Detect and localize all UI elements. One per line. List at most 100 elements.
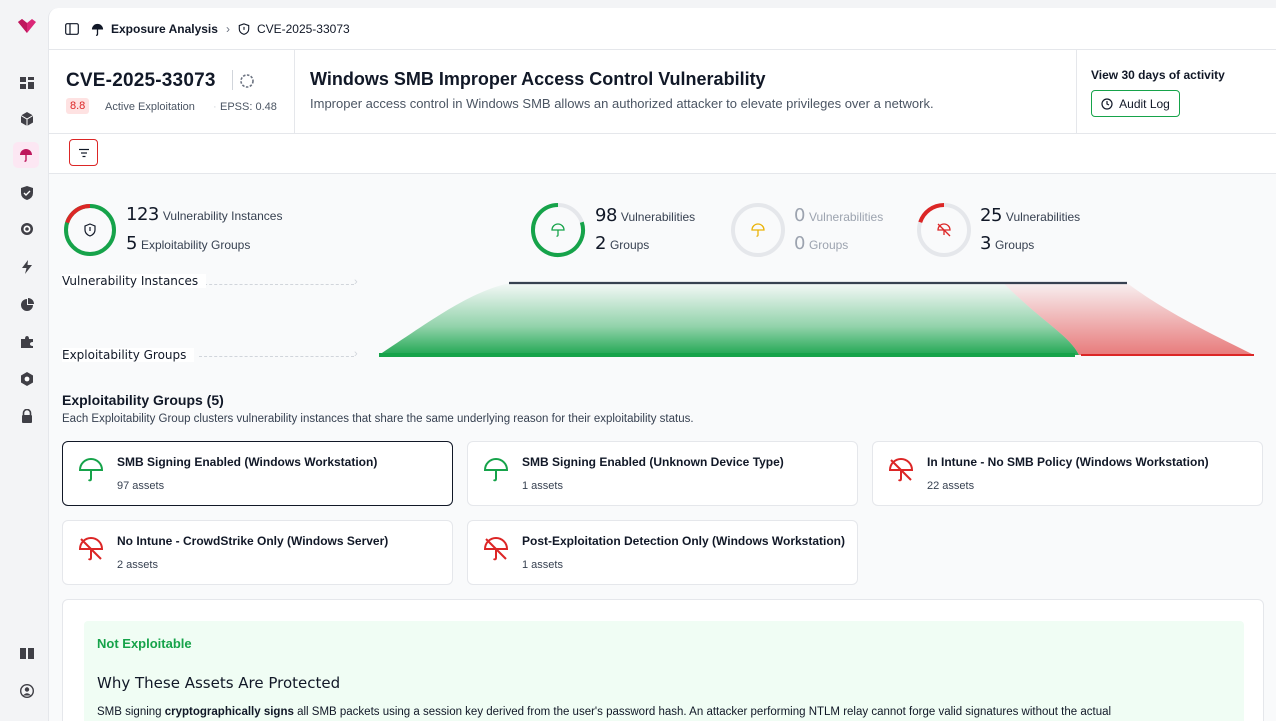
shield-icon (84, 223, 96, 237)
group-card-assets: 1 assets (522, 559, 563, 571)
breadcrumb-current: CVE-2025-33073 (256, 22, 350, 36)
bucket-exposed-vulns: 25 Vulnerabilities (980, 205, 1080, 226)
bucket-arc (918, 203, 945, 224)
umbrella-off-icon (78, 537, 104, 561)
settings-icon[interactable] (16, 368, 38, 390)
book-icon[interactable] (16, 642, 38, 664)
detail-text-emphasis: cryptographically signs (164, 706, 294, 718)
umbrella-off-icon (937, 223, 951, 237)
bucket-vulns-label: Vulnerabilities (808, 210, 884, 224)
detail-text-part: SMB signing (97, 706, 165, 718)
bucket-groups-label: Groups (609, 238, 650, 252)
breadcrumb-exposure-analysis[interactable]: Exposure Analysis (111, 22, 218, 36)
umbrella-icon (78, 458, 104, 482)
dashboard-icon[interactable] (16, 72, 38, 94)
connector-line (199, 356, 354, 357)
flow-label-instances: Vulnerability Instances (62, 274, 207, 288)
group-card-title: In Intune - No SMB Policy (Windows Works… (927, 455, 1209, 469)
umbrella-icon (91, 23, 104, 36)
group-card[interactable]: No Intune - CrowdStrike Only (Windows Se… (62, 520, 453, 585)
detail-text: SMB signing cryptographically signs all … (97, 706, 1237, 718)
lightning-icon[interactable] (16, 256, 38, 278)
umbrella-icon (551, 223, 565, 237)
detail-callout: Not Exploitable Why These Assets Are Pro… (84, 621, 1244, 721)
summary-ring (64, 204, 116, 256)
detail-heading: Why These Assets Are Protected (97, 674, 341, 692)
pie-chart-icon[interactable] (16, 294, 38, 316)
group-card[interactable]: SMB Signing Enabled (Unknown Device Type… (467, 441, 858, 506)
chevron-right-icon: › (354, 348, 358, 360)
sidebar-toggle-icon[interactable] (65, 23, 79, 35)
umbrella-off-icon (888, 458, 914, 482)
instances-count: 123 (126, 204, 159, 225)
shield-check-icon[interactable] (16, 182, 38, 204)
audit-log-label: Audit Log (1119, 96, 1170, 111)
instances-label: Vulnerability Instances (162, 209, 283, 223)
group-detail-panel: Not Exploitable Why These Assets Are Pro… (62, 599, 1264, 721)
group-card-assets: 2 assets (117, 559, 158, 571)
clock-icon (1101, 97, 1113, 110)
group-card-assets: 97 assets (117, 480, 165, 492)
bucket-ring-protected (531, 203, 585, 257)
groups-label: Exploitability Groups (140, 238, 251, 252)
bucket-vulns-label: Vulnerabilities (620, 210, 696, 224)
group-card-assets: 1 assets (522, 480, 563, 492)
exploitation-status: Active Exploitation (105, 101, 195, 113)
group-card-assets: 22 assets (927, 480, 975, 492)
group-card[interactable]: Post-Exploitation Detection Only (Window… (467, 520, 858, 585)
group-card-title: SMB Signing Enabled (Unknown Device Type… (522, 455, 784, 469)
cve-id: CVE-2025-33073 (66, 70, 216, 91)
target-icon[interactable] (16, 218, 38, 240)
filter-icon (78, 148, 89, 157)
cvss-score-badge: 8.8 (66, 98, 90, 114)
groups-section-description: Each Exploitability Group clusters vulne… (62, 413, 694, 425)
group-card[interactable]: SMB Signing Enabled (Windows Workstation… (62, 441, 453, 506)
breadcrumb: Exposure Analysis › CVE-2025-33073 (65, 20, 350, 38)
bucket-groups-count: 2 (595, 233, 606, 254)
groups-stat: 5 Exploitability Groups (126, 233, 250, 254)
divider (49, 133, 1276, 134)
umbrella-icon (483, 458, 509, 482)
vulnerability-title: Windows SMB Improper Access Control Vuln… (310, 69, 766, 89)
sidebar (0, 0, 48, 721)
bucket-partial-groups: 0 Groups (794, 233, 848, 254)
activity-title: View 30 days of activity (1091, 68, 1225, 82)
group-card-title: Post-Exploitation Detection Only (Window… (522, 534, 846, 548)
filter-button[interactable] (69, 139, 98, 166)
umbrella-off-icon (483, 537, 509, 561)
connector-line (199, 284, 354, 285)
audit-log-button[interactable]: Audit Log (1091, 90, 1180, 117)
group-card-title: SMB Signing Enabled (Windows Workstation… (117, 455, 378, 469)
group-card[interactable]: In Intune - No SMB Policy (Windows Works… (872, 441, 1263, 506)
loading-ring-icon (240, 74, 254, 88)
breadcrumb-chevron-icon: › (225, 22, 230, 36)
shield-icon (238, 23, 250, 35)
activity-panel: View 30 days of activity Audit Log (1076, 50, 1276, 133)
umbrella-icon (751, 223, 765, 237)
cube-icon[interactable] (16, 108, 38, 130)
detail-text-part: all SMB packets using a session key deri… (293, 706, 1112, 718)
bucket-vulns-label: Vulnerabilities (1005, 210, 1081, 224)
vulnerability-description: Improper access control in Windows SMB a… (310, 96, 934, 111)
lock-icon[interactable] (16, 405, 38, 427)
user-icon[interactable] (16, 680, 38, 702)
exploitability-status: Not Exploitable (97, 636, 192, 651)
bucket-vulns-count: 0 (794, 205, 805, 226)
divider (232, 70, 233, 90)
bucket-vulns-count: 25 (980, 205, 1002, 226)
puzzle-icon[interactable] (16, 331, 38, 353)
group-card-title: No Intune - CrowdStrike Only (Windows Se… (117, 534, 389, 548)
instances-stat: 123 Vulnerability Instances (126, 204, 282, 225)
chevron-right-icon: › (354, 276, 358, 288)
bucket-vulns-count: 98 (595, 205, 617, 226)
bucket-protected-groups: 2 Groups (595, 233, 649, 254)
cve-summary: CVE-2025-33073 8.8 Active Exploitation ·… (49, 50, 295, 133)
umbrella-icon[interactable] (13, 142, 39, 168)
app-logo[interactable] (16, 18, 38, 34)
bucket-ring-partial (731, 203, 785, 257)
bucket-groups-label: Groups (808, 238, 849, 252)
bucket-groups-label: Groups (994, 238, 1035, 252)
main-panel: Exposure Analysis › CVE-2025-33073 CVE-2… (48, 8, 1276, 721)
flow-band-protected (379, 283, 1079, 355)
groups-count: 5 (126, 233, 137, 254)
